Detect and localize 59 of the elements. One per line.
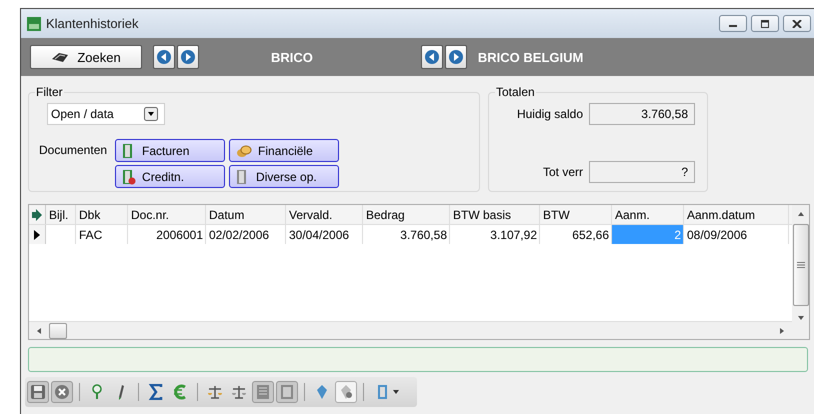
caret-icon bbox=[392, 390, 398, 394]
table-cell: 30/04/2006 bbox=[286, 225, 363, 244]
filter-dropdown[interactable]: Open / data bbox=[47, 103, 165, 125]
column-header[interactable]: Aanm.datum bbox=[684, 205, 789, 224]
table-cell: 3.107,92 bbox=[450, 225, 540, 244]
column-header[interactable]: Doc.nr. bbox=[128, 205, 206, 224]
column-header[interactable]: Bijl. bbox=[46, 205, 76, 224]
group-title: Totalen bbox=[495, 85, 536, 99]
total-field: 3.760,58 bbox=[589, 103, 695, 125]
minimize-button[interactable] bbox=[719, 15, 747, 32]
table-cell: 08/09/2006 bbox=[684, 225, 789, 244]
search-button[interactable]: Zoeken bbox=[30, 45, 142, 69]
document-button[interactable]: Financiële bbox=[229, 139, 340, 162]
table-cell: 2 bbox=[612, 225, 684, 244]
column-header[interactable]: Datum bbox=[206, 205, 286, 224]
column-header[interactable]: Bedrag bbox=[363, 205, 450, 224]
grip-icon bbox=[796, 262, 804, 268]
previous-button[interactable] bbox=[153, 45, 175, 69]
save-button[interactable] bbox=[27, 381, 49, 403]
documents-label: Documenten bbox=[39, 142, 108, 159]
document-button[interactable]: Facturen bbox=[115, 139, 226, 162]
scrollbar-thumb[interactable] bbox=[792, 224, 808, 306]
customer-name: BRICO bbox=[271, 50, 313, 64]
document-button[interactable]: Creditn. bbox=[115, 165, 226, 188]
arrow-icon bbox=[32, 208, 42, 220]
close-icon bbox=[792, 20, 802, 28]
total-label: Huidig saldo bbox=[516, 107, 583, 121]
maximize-icon bbox=[760, 20, 770, 28]
next-button[interactable] bbox=[444, 45, 467, 69]
total-label: Tot verr bbox=[542, 165, 583, 179]
horizontal-scrollbar[interactable] bbox=[29, 321, 792, 339]
window-title: Klantenhistoriek bbox=[46, 16, 138, 31]
next-button[interactable] bbox=[177, 45, 199, 69]
coins-icon bbox=[236, 144, 252, 158]
document-icon bbox=[376, 384, 390, 400]
table-cell: 2006001 bbox=[128, 225, 206, 244]
column-header[interactable]: Aanm. bbox=[612, 205, 684, 224]
column-header[interactable]: Dbk bbox=[76, 205, 128, 224]
scrollbar-thumb[interactable] bbox=[49, 322, 67, 338]
company-name: BRICO BELGIUM bbox=[478, 50, 584, 64]
total-field: ? bbox=[589, 161, 695, 183]
down-arrow-icon[interactable] bbox=[796, 314, 804, 322]
close-button[interactable] bbox=[783, 15, 811, 32]
column-header[interactable]: BTW basis bbox=[450, 205, 540, 224]
table-cell: 3.760,58 bbox=[363, 225, 450, 244]
cancel-button[interactable] bbox=[51, 381, 73, 403]
column-header[interactable]: Vervald. bbox=[286, 205, 363, 224]
up-arrow-icon[interactable] bbox=[796, 210, 804, 218]
right-arrow-icon[interactable] bbox=[778, 326, 786, 334]
document-button[interactable]: Diverse op. bbox=[229, 165, 340, 188]
app-icon bbox=[27, 16, 41, 30]
group-title: Filter bbox=[35, 85, 64, 99]
left-arrow-icon[interactable] bbox=[35, 326, 43, 334]
previous-button[interactable] bbox=[420, 45, 443, 69]
table-cell: FAC bbox=[76, 225, 128, 244]
column-header[interactable]: BTW bbox=[540, 205, 612, 224]
table-cell: 02/02/2006 bbox=[206, 225, 286, 244]
vertical-scrollbar[interactable] bbox=[792, 205, 809, 339]
maximize-button[interactable] bbox=[751, 15, 779, 32]
